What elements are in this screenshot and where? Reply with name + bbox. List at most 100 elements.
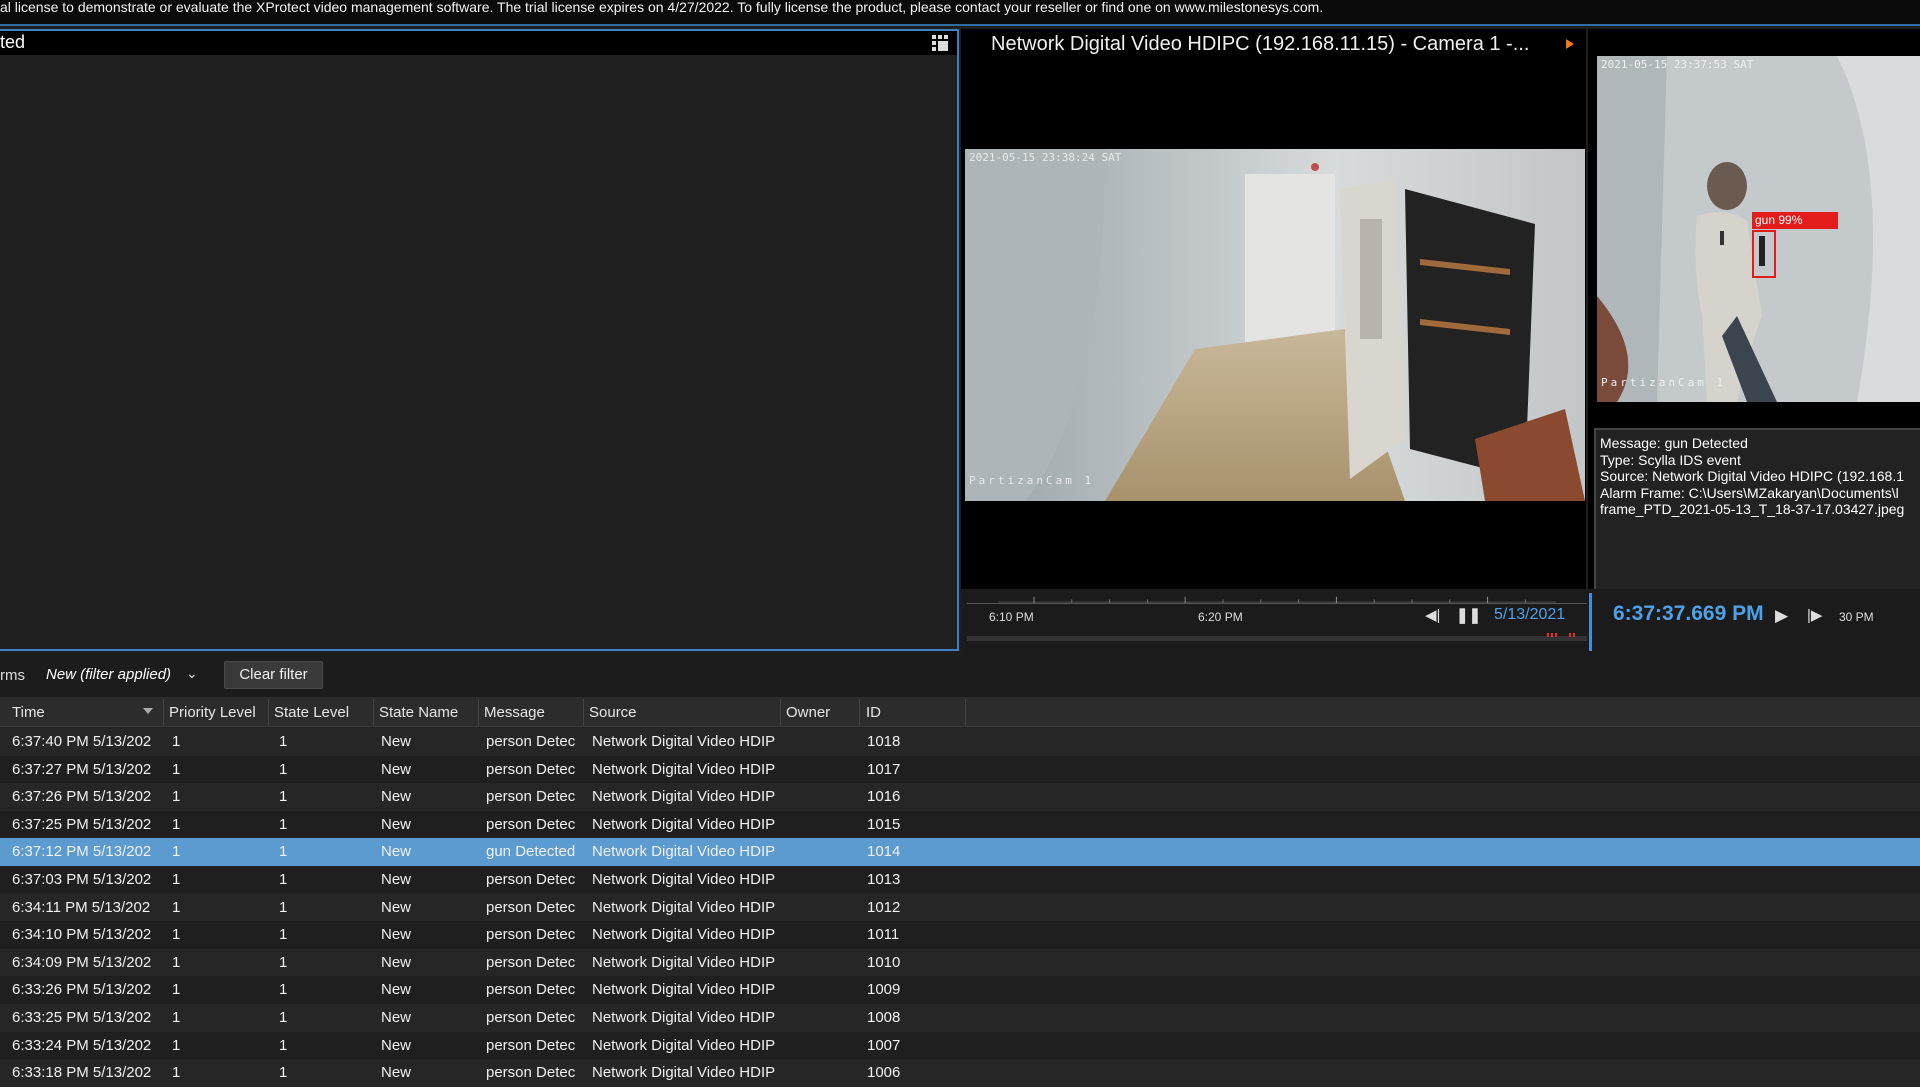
pause-button[interactable]: ❚❚ xyxy=(1456,606,1481,624)
timeline-label-610: 6:10 PM xyxy=(989,610,1034,624)
table-row[interactable]: 6:37:27 PM 5/13/202 1 1 New person Detec Netw… xyxy=(0,755,1920,784)
timeline-label-630: 30 PM xyxy=(1839,610,1874,624)
camera-view[interactable]: Network Digital Video HDIPC (192.168.11.… xyxy=(961,29,1586,589)
cell-source: Network Digital Video HDIP xyxy=(592,926,776,944)
cell-id: 1011 xyxy=(867,926,900,944)
cell-time: 6:34:11 PM 5/13/202 xyxy=(12,898,151,916)
column-header-owner[interactable]: Owner xyxy=(786,704,830,721)
left-view-pane[interactable]: ted xyxy=(0,29,959,651)
step-back-button[interactable]: ◀| xyxy=(1425,606,1440,624)
filter-selector[interactable]: New (filter applied) xyxy=(46,666,171,683)
left-pane-header: ted xyxy=(0,31,957,55)
table-row[interactable]: 6:37:40 PM 5/13/202 1 1 New person Detec Netw… xyxy=(0,728,1920,756)
cell-priority: 1 xyxy=(172,871,181,888)
table-row[interactable]: 6:33:18 PM 5/13/202 1 1 New person Detec Netw… xyxy=(0,1059,1920,1087)
column-header-message[interactable]: Message xyxy=(484,704,545,721)
cell-source: Network Digital Video HDIP xyxy=(592,843,776,861)
cell-source: Network Digital Video HDIP xyxy=(592,981,776,999)
column-header-id[interactable]: ID xyxy=(866,704,881,721)
cell-message: person Detec xyxy=(486,760,576,778)
alarm-detail-frame-file: frame_PTD_2021-05-13_T_18-37-17.03427.jp… xyxy=(1600,501,1905,517)
column-divider[interactable] xyxy=(478,699,479,726)
cell-time: 6:37:12 PM 5/13/202 xyxy=(12,843,152,861)
cell-source: Network Digital Video HDIP xyxy=(592,1009,776,1026)
table-row[interactable]: 6:33:24 PM 5/13/202 1 1 New person Detec Netw… xyxy=(0,1031,1920,1060)
clear-filter-button[interactable]: Clear filter xyxy=(224,661,323,689)
sort-desc-icon[interactable] xyxy=(143,708,153,714)
cell-priority: 1 xyxy=(172,1064,181,1082)
alarm-list-toolbar: rms New (filter applied) ⌄ Clear filter xyxy=(0,653,1920,697)
layout-grid-icon[interactable] xyxy=(931,34,949,52)
chevron-down-icon[interactable]: ⌄ xyxy=(186,665,198,682)
cell-time: 6:33:24 PM 5/13/202 xyxy=(12,1036,152,1054)
cell-state-level: 1 xyxy=(279,926,288,944)
alarm-preview-image[interactable]: 2021-05-15 23:37:53 SAT PartizanCam 1 gu… xyxy=(1597,56,1920,402)
cell-source: Network Digital Video HDIP xyxy=(592,871,776,888)
cell-state-level: 1 xyxy=(279,981,288,999)
column-divider[interactable] xyxy=(780,699,781,726)
timeline-cursor[interactable] xyxy=(1589,593,1592,651)
cell-priority: 1 xyxy=(172,788,181,806)
alarms-label: rms xyxy=(0,667,25,684)
cell-state-level: 1 xyxy=(279,953,288,971)
alarm-detail-message: Message: gun Detected xyxy=(1600,435,1748,451)
table-row[interactable]: 6:34:09 PM 5/13/202 1 1 New person Detec Netw… xyxy=(0,948,1920,977)
cell-id: 1015 xyxy=(867,815,901,833)
cell-id: 1016 xyxy=(867,788,901,806)
camera-video-frame[interactable]: 2021-05-15 23:38:24 SAT PartizanCam 1 xyxy=(965,149,1585,501)
alarm-table[interactable]: Time Priority Level State Level State Na… xyxy=(0,697,1920,1087)
column-header-time[interactable]: Time xyxy=(12,704,45,721)
cell-state-name: New xyxy=(381,1009,412,1026)
cell-state-level: 1 xyxy=(279,760,288,778)
column-header-state-level[interactable]: State Level xyxy=(274,704,349,721)
cell-message: person Detec xyxy=(486,788,576,806)
cell-id: 1012 xyxy=(867,898,901,916)
column-divider[interactable] xyxy=(268,699,269,726)
cell-priority: 1 xyxy=(172,843,181,861)
alert-arrow-icon[interactable] xyxy=(1566,39,1574,49)
cell-time: 6:37:40 PM 5/13/202 xyxy=(12,733,152,750)
cell-source: Network Digital Video HDIP xyxy=(592,815,776,833)
cell-message: gun Detected xyxy=(486,843,576,861)
column-divider[interactable] xyxy=(965,699,966,726)
column-header-state-name[interactable]: State Name xyxy=(379,704,458,721)
column-divider[interactable] xyxy=(583,699,584,726)
cell-state-name: New xyxy=(381,1064,412,1082)
column-divider[interactable] xyxy=(859,699,860,726)
timeline-scrollbar[interactable] xyxy=(967,636,1587,641)
cell-message: person Detec xyxy=(486,898,576,916)
column-header-source[interactable]: Source xyxy=(589,704,637,721)
column-divider[interactable] xyxy=(163,699,164,726)
cell-source: Network Digital Video HDIP xyxy=(592,1064,776,1082)
timeline-date[interactable]: 5/13/2021 xyxy=(1494,606,1565,624)
alarm-overlay-name: PartizanCam 1 xyxy=(1601,376,1727,389)
step-forward-button[interactable]: |▶ xyxy=(1807,606,1822,624)
cell-priority: 1 xyxy=(172,815,181,833)
cell-state-level: 1 xyxy=(279,815,288,833)
playback-timeline[interactable]: 6:10 PM 6:20 PM ◀| ❚❚ 5/13/2021 6:37:37.… xyxy=(961,589,1920,653)
table-row[interactable]: 6:37:25 PM 5/13/202 1 1 New person Detec Netw… xyxy=(0,810,1920,839)
play-button[interactable]: ▶ xyxy=(1775,606,1788,626)
column-divider[interactable] xyxy=(373,699,374,726)
cell-state-level: 1 xyxy=(279,1036,288,1054)
table-row[interactable]: 6:37:03 PM 5/13/202 1 1 New person Detec Netw… xyxy=(0,866,1920,894)
timeline-ticks[interactable] xyxy=(967,594,1587,604)
cell-state-name: New xyxy=(381,1036,412,1054)
column-header-priority[interactable]: Priority Level xyxy=(169,704,256,721)
cell-id: 1018 xyxy=(867,733,901,750)
cell-state-name: New xyxy=(381,898,412,916)
table-row[interactable]: 6:37:26 PM 5/13/202 1 1 New person Detec Netw… xyxy=(0,783,1920,811)
table-row[interactable]: 6:37:12 PM 5/13/202 1 1 New gun Detected Netw… xyxy=(0,838,1920,866)
table-row[interactable]: 6:34:11 PM 5/13/202 1 1 New person Detec Netw… xyxy=(0,893,1920,922)
table-row[interactable]: 6:33:26 PM 5/13/202 1 1 New person Detec Netw… xyxy=(0,976,1920,1004)
cell-message: person Detec xyxy=(486,733,576,750)
cell-priority: 1 xyxy=(172,1009,181,1026)
alarm-details: Message: gun Detected Type: Scylla IDS e… xyxy=(1594,428,1920,590)
cell-time: 6:37:26 PM 5/13/202 xyxy=(12,788,152,806)
table-row[interactable]: 6:34:10 PM 5/13/202 1 1 New person Detec Netw… xyxy=(0,921,1920,949)
camera-title: Network Digital Video HDIPC (192.168.11.… xyxy=(991,33,1530,55)
table-row[interactable]: 6:33:25 PM 5/13/202 1 1 New person Detec Netw… xyxy=(0,1004,1920,1032)
cell-time: 6:33:26 PM 5/13/202 xyxy=(12,981,152,999)
cell-time: 6:37:25 PM 5/13/202 xyxy=(12,815,152,833)
timeline-time: 6:37:37.669 PM xyxy=(1613,602,1764,625)
